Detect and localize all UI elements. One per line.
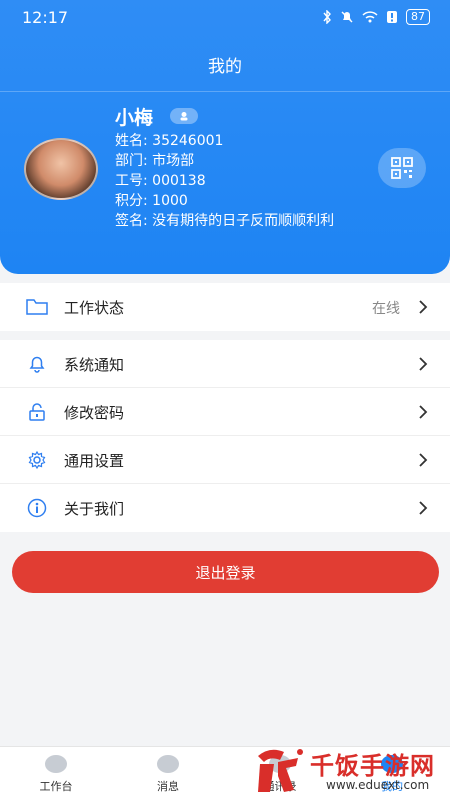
profile-points: 积分: 1000 xyxy=(115,193,188,209)
avatar[interactable] xyxy=(24,138,98,200)
folder-icon xyxy=(26,297,48,317)
work-status-label: 工作状态 xyxy=(64,299,125,317)
battery-indicator: 87 xyxy=(406,9,430,25)
status-bar: 12:17 87 xyxy=(0,0,450,36)
profile-employee-id: 工号: 000138 xyxy=(115,173,206,189)
bell-icon xyxy=(26,354,48,374)
wifi-icon xyxy=(362,11,378,23)
menu-item-about-us[interactable]: 关于我们 xyxy=(0,484,450,532)
role-badge-icon xyxy=(170,108,198,124)
work-status-row[interactable]: 工作状态 在线 xyxy=(0,283,450,331)
chevron-right-icon xyxy=(419,501,428,515)
chevron-right-icon xyxy=(419,405,428,419)
work-status-value: 在线 xyxy=(372,301,400,317)
settings-menu: 系统通知 修改密码 通用设置 关于我们 xyxy=(0,340,450,532)
menu-item-change-password[interactable]: 修改密码 xyxy=(0,388,450,436)
message-icon xyxy=(157,755,179,773)
qr-code-button[interactable] xyxy=(378,148,426,188)
chevron-right-icon xyxy=(419,300,428,314)
menu-item-general-settings[interactable]: 通用设置 xyxy=(0,436,450,484)
chevron-right-icon xyxy=(419,357,428,371)
bluetooth-icon xyxy=(323,10,331,24)
lock-icon xyxy=(26,402,48,422)
menu-item-notifications[interactable]: 系统通知 xyxy=(0,340,450,388)
menu-item-label: 修改密码 xyxy=(64,404,125,422)
profile-department: 部门: 市场部 xyxy=(115,153,195,169)
watermark-url: www.eduext.com xyxy=(326,778,430,792)
status-time: 12:17 xyxy=(22,8,69,27)
alert-icon xyxy=(387,11,397,23)
watermark: 千饭手游网 www.eduext.com xyxy=(250,742,450,800)
profile-header: 12:17 87 我的 小梅 姓名: 35246001 部门: 市场部 工号: … xyxy=(0,0,450,274)
profile-signature: 签名: 没有期待的日子反而顺顺利利 xyxy=(115,213,335,229)
tab-label: 消息 xyxy=(157,780,179,793)
tab-workbench[interactable]: 工作台 xyxy=(0,747,112,800)
gear-icon xyxy=(26,450,48,470)
logout-button[interactable]: 退出登录 xyxy=(12,551,439,593)
work-status-card: 工作状态 在线 xyxy=(0,283,450,331)
menu-item-label: 关于我们 xyxy=(64,500,125,518)
profile-name: 小梅 xyxy=(115,107,154,129)
watermark-text: 千饭手游网 xyxy=(310,752,435,780)
nav-divider xyxy=(0,91,450,92)
chevron-right-icon xyxy=(419,453,428,467)
dashboard-icon xyxy=(45,755,67,773)
mute-icon xyxy=(341,11,353,23)
qr-code-icon xyxy=(391,157,413,179)
menu-item-label: 通用设置 xyxy=(64,452,125,470)
watermark-logo-icon xyxy=(258,749,303,792)
status-icons: 87 xyxy=(322,9,430,25)
tab-messages[interactable]: 消息 xyxy=(112,747,224,800)
tab-label: 工作台 xyxy=(39,780,73,793)
page-title: 我的 xyxy=(208,57,242,77)
info-icon xyxy=(26,498,48,518)
menu-item-label: 系统通知 xyxy=(64,356,125,374)
profile-username: 姓名: 35246001 xyxy=(115,133,224,149)
